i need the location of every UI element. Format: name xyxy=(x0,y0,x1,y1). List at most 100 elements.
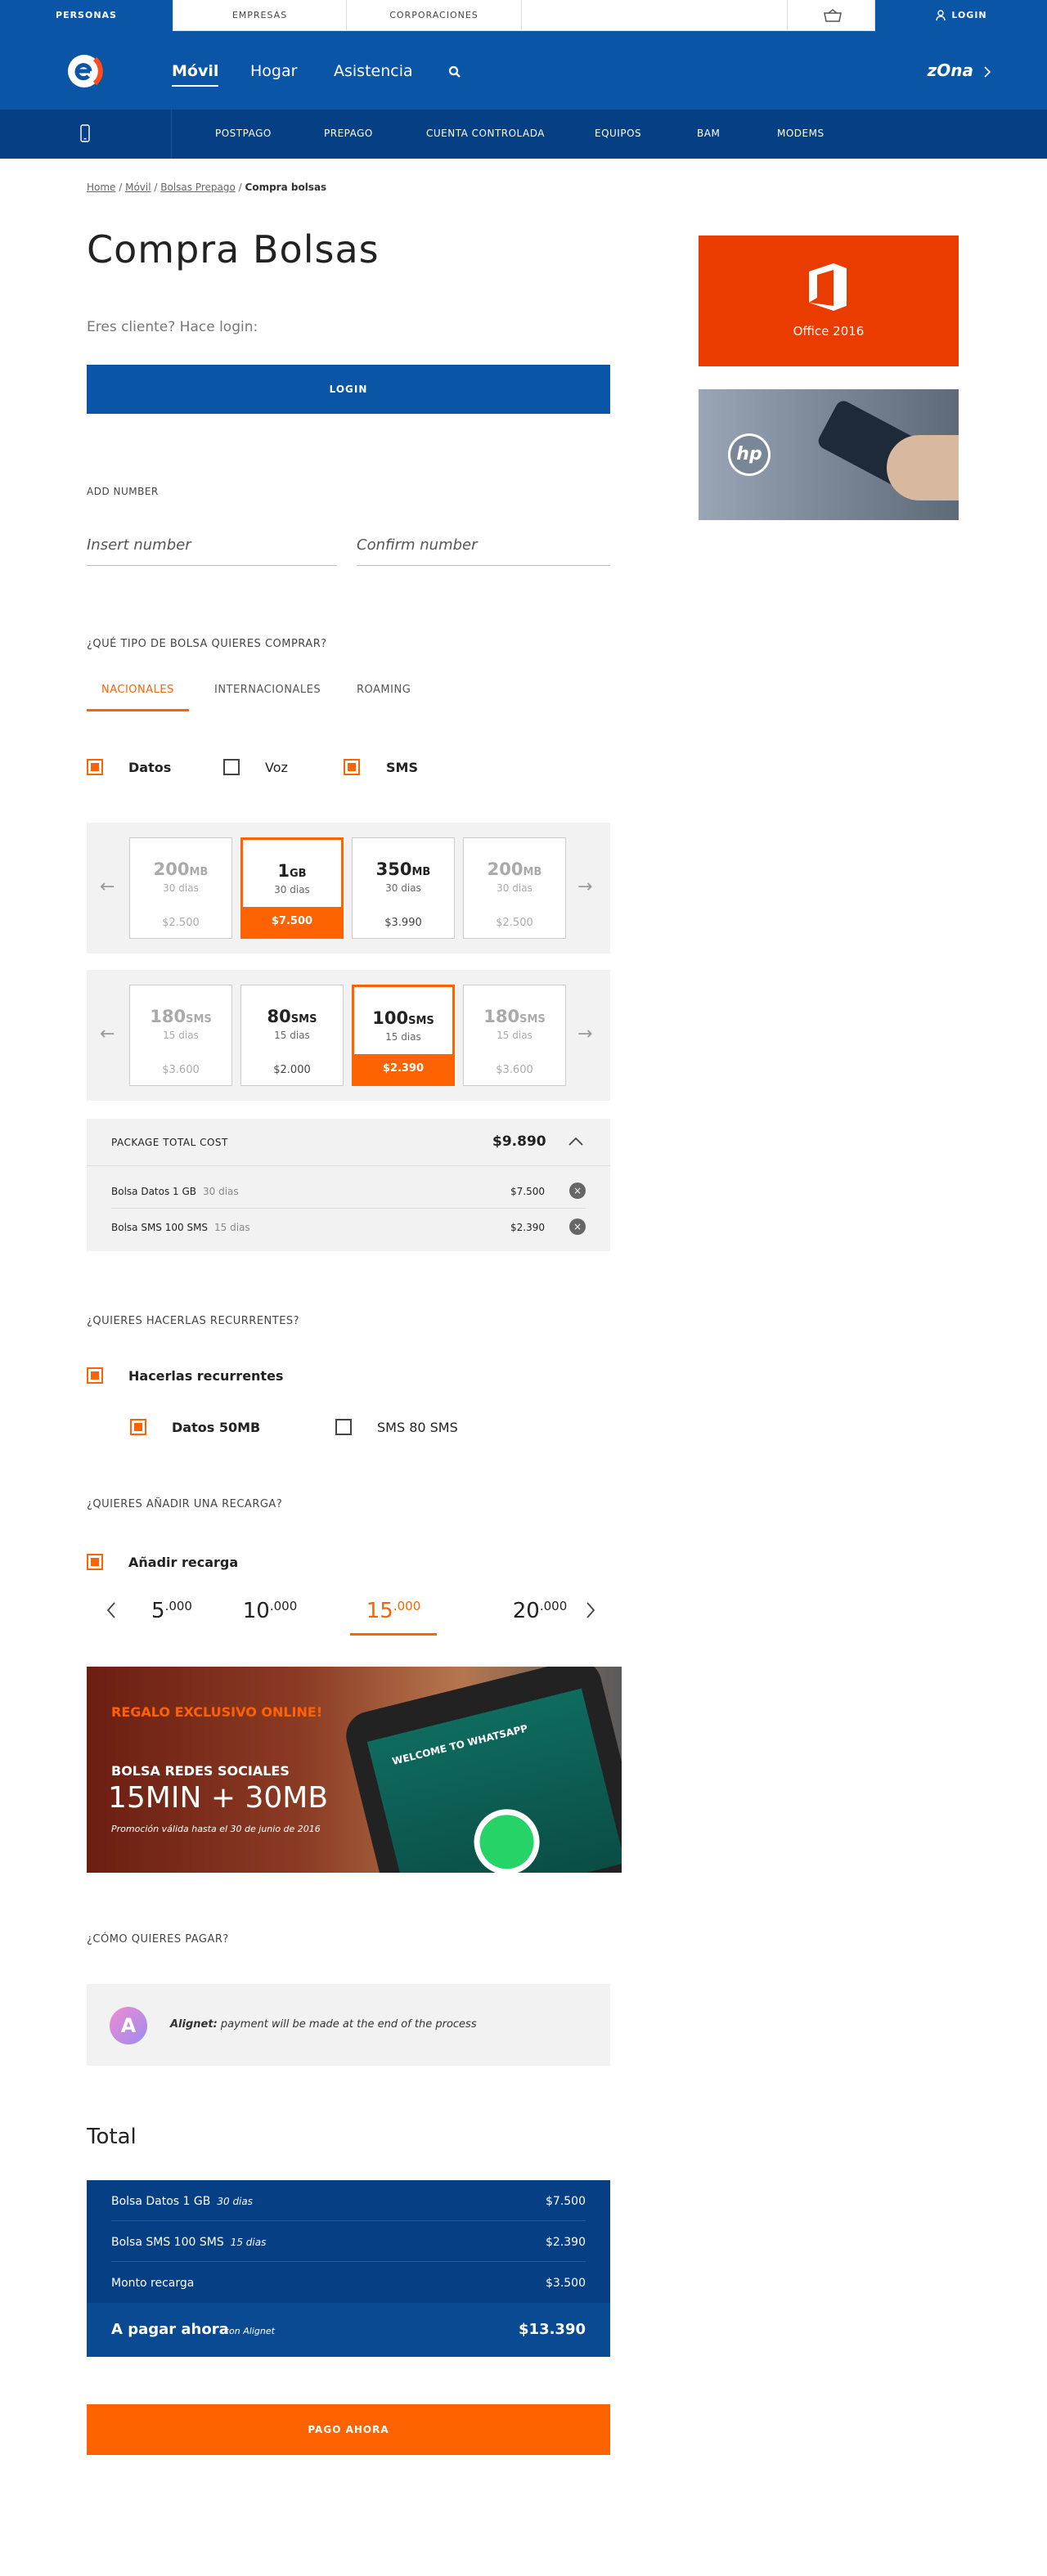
recarga-label: Añadir recarga xyxy=(128,1555,239,1570)
entel-logo-icon[interactable] xyxy=(65,52,106,90)
chevron-left-icon[interactable] xyxy=(106,1601,116,1619)
hp-logo-icon: hp xyxy=(728,433,771,476)
sms-card[interactable]: 80SMS 15 dias $2.000 xyxy=(240,985,344,1086)
sms-card-selected[interactable]: 100SMS 15 dias $2.390 xyxy=(352,985,455,1086)
row-price: $3.500 xyxy=(546,2277,586,2290)
zona-link[interactable]: zOna xyxy=(928,61,973,80)
top-login-label: LOGIN xyxy=(951,10,987,20)
breadcrumb-current: Compra bolsas xyxy=(245,182,327,193)
promo-headline: 15MIN + 30MB xyxy=(108,1781,329,1815)
data-card[interactable]: 200MB 30 dias $2.500 xyxy=(129,837,232,939)
subnav-equipos[interactable]: EQUIPOS xyxy=(595,128,641,139)
recurrente-sms-label: SMS 80 SMS xyxy=(377,1420,458,1435)
office-label: Office 2016 xyxy=(793,324,865,339)
subnav-prepago[interactable]: PREPAGO xyxy=(324,128,373,139)
insert-number-input[interactable]: Insert number xyxy=(87,536,337,566)
card-duration: 15 dias xyxy=(497,1030,532,1041)
promo-title: BOLSA REDES SOCIALES xyxy=(111,1763,290,1779)
office-logo-icon xyxy=(809,263,847,311)
tab-corporaciones[interactable]: CORPORACIONES xyxy=(347,0,522,31)
chevron-right-icon xyxy=(984,66,991,78)
package-label: PACKAGE TOTAL COST xyxy=(111,1137,228,1148)
sms-checkbox[interactable] xyxy=(344,759,360,775)
pago-ahora-button[interactable]: PAGO AHORA xyxy=(87,2404,610,2455)
tipo-question: ¿QUÉ TIPO DE BOLSA QUIERES COMPRAR? xyxy=(87,638,327,650)
top-login-button[interactable]: LOGIN xyxy=(875,0,1047,31)
hp-logo-text: hp xyxy=(730,436,768,473)
chevron-up-icon[interactable] xyxy=(568,1137,584,1147)
voz-checkbox[interactable] xyxy=(223,759,240,775)
datos-checkbox[interactable] xyxy=(87,759,103,775)
promo-banner[interactable]: REGALO EXCLUSIVO ONLINE! BOLSA REDES SOC… xyxy=(87,1667,622,1873)
data-card[interactable]: 350MB 30 dias $3.990 xyxy=(352,837,455,939)
card-price: $3.600 xyxy=(162,1064,200,1076)
breadcrumb-separator: / xyxy=(151,182,161,193)
data-card-selected[interactable]: 1GB 30 dias $7.500 xyxy=(240,837,344,939)
page-title: Compra Bolsas xyxy=(87,227,380,272)
sms-card[interactable]: 180SMS 15 dias $3.600 xyxy=(129,985,232,1086)
phone-screen-text: WELCOME TO WHATSAPP xyxy=(390,1722,529,1768)
recurrentes-checkbox[interactable] xyxy=(87,1367,103,1384)
cart-button[interactable] xyxy=(787,0,875,31)
remove-icon[interactable]: × xyxy=(569,1183,586,1199)
top-strip: PERSONAS EMPRESAS CORPORACIONES LOGIN xyxy=(0,0,1047,31)
breadcrumb: Home / Móvil / Bolsas Prepago / Compra b… xyxy=(87,182,326,193)
nav-asistencia[interactable]: Asistencia xyxy=(334,62,413,80)
nav-hogar[interactable]: Hogar xyxy=(250,62,297,80)
arrow-left-icon[interactable]: ← xyxy=(100,1024,115,1044)
recarga-amount[interactable]: 5.000 xyxy=(123,1599,221,1623)
package-header[interactable]: PACKAGE TOTAL COST $9.890 xyxy=(87,1119,610,1166)
breadcrumb-home[interactable]: Home xyxy=(87,182,115,193)
hp-banner[interactable]: hp xyxy=(699,389,959,520)
card-duration: 15 dias xyxy=(385,1031,421,1043)
login-prompt: Eres cliente? Hace login: xyxy=(87,319,258,335)
datos-label: Datos xyxy=(128,760,172,775)
arrow-right-icon[interactable]: → xyxy=(577,1024,592,1044)
card-price: $2.500 xyxy=(496,917,533,929)
breadcrumb-movil[interactable]: Móvil xyxy=(125,182,151,193)
total-row: Monto recarga $3.500 xyxy=(111,2262,586,2303)
recurrente-sms-checkbox[interactable] xyxy=(335,1419,352,1435)
whatsapp-icon xyxy=(467,1802,547,1873)
tab-personas[interactable]: PERSONAS xyxy=(0,0,173,31)
breadcrumb-bolsas-prepago[interactable]: Bolsas Prepago xyxy=(160,182,236,193)
chevron-right-icon[interactable] xyxy=(586,1601,595,1619)
payment-option[interactable]: A Alignet: payment will be made at the e… xyxy=(87,1984,610,2066)
subnav-cuenta-controlada[interactable]: CUENTA CONTROLADA xyxy=(426,128,545,139)
sms-card[interactable]: 180SMS 15 dias $3.600 xyxy=(463,985,566,1086)
recarga-amount[interactable]: 10.000 xyxy=(221,1599,319,1623)
row-name: Bolsa SMS 100 SMS 15 dias xyxy=(111,1222,250,1233)
arrow-left-icon[interactable]: ← xyxy=(100,877,115,897)
add-number-label: ADD NUMBER xyxy=(87,486,159,497)
recarga-amount-selected[interactable]: 15.000 xyxy=(350,1599,437,1636)
data-card[interactable]: 200MB 30 dias $2.500 xyxy=(463,837,566,939)
recarga-checkbox[interactable] xyxy=(87,1554,103,1570)
confirm-number-input[interactable]: Confirm number xyxy=(357,536,610,566)
office-2016-banner[interactable]: Office 2016 xyxy=(699,236,959,366)
row-name: Monto recarga xyxy=(111,2277,195,2290)
card-amount: 350MB xyxy=(375,859,431,879)
tab-internacionales[interactable]: INTERNACIONALES xyxy=(214,684,321,696)
recurrente-datos-checkbox[interactable] xyxy=(130,1419,146,1435)
search-icon[interactable] xyxy=(448,65,461,79)
package-summary: PACKAGE TOTAL COST $9.890 Bolsa Datos 1 … xyxy=(87,1119,610,1251)
pago-question: ¿CÓMO QUIERES PAGAR? xyxy=(87,1933,229,1945)
subnav-postpago[interactable]: POSTPAGO xyxy=(215,128,272,139)
tab-empresas[interactable]: EMPRESAS xyxy=(173,0,347,31)
totals-box: Bolsa Datos 1 GB 30 dias $7.500 Bolsa SMS… xyxy=(87,2180,610,2357)
recurrentes-question: ¿QUIERES HACERLAS RECURRENTES? xyxy=(87,1315,300,1327)
subnav-modems[interactable]: MODEMS xyxy=(777,128,825,139)
nav-movil[interactable]: Móvil xyxy=(172,62,219,87)
card-amount: 200MB xyxy=(487,859,542,879)
recarga-amount[interactable]: 20.000 xyxy=(491,1599,589,1623)
card-amount: 100SMS xyxy=(372,1008,434,1028)
breadcrumb-separator: / xyxy=(235,182,245,193)
pay-now-row: A pagar ahora con Alignet $13.390 xyxy=(87,2303,610,2357)
card-duration: 30 dias xyxy=(385,882,421,894)
tab-nacionales[interactable]: NACIONALES xyxy=(87,684,189,711)
arrow-right-icon[interactable]: → xyxy=(577,877,592,897)
login-button[interactable]: LOGIN xyxy=(87,365,610,414)
remove-icon[interactable]: × xyxy=(569,1218,586,1235)
tab-roaming[interactable]: ROAMING xyxy=(357,684,411,696)
subnav-bam[interactable]: BAM xyxy=(697,128,720,139)
